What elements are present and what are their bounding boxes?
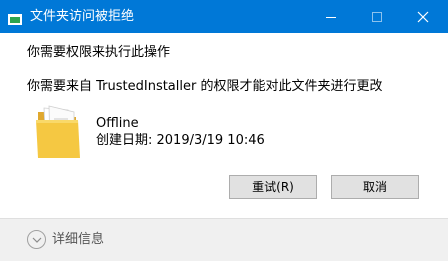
- dialog-message: 你需要来自 TrustedInstaller 的权限才能对此文件夹进行更改: [27, 79, 383, 94]
- maximize-icon: [372, 12, 382, 22]
- maximize-button[interactable]: [354, 0, 400, 33]
- close-button[interactable]: [400, 0, 446, 33]
- chevron-down-icon: [32, 237, 42, 243]
- title-bar[interactable]: 文件夹访问被拒绝: [0, 0, 448, 33]
- folder-icon: [34, 104, 84, 160]
- folder-icon: [8, 10, 22, 25]
- window-title: 文件夹访问被拒绝: [30, 9, 135, 24]
- folder-created-date: 创建日期: 2019/3/19 10:46: [96, 133, 265, 148]
- details-expand-button[interactable]: [27, 230, 46, 249]
- dialog-heading: 你需要权限来执行此操作: [27, 45, 171, 60]
- folder-name: Offline: [96, 116, 139, 131]
- minimize-button[interactable]: [308, 0, 354, 33]
- cancel-button[interactable]: 取消: [331, 175, 419, 199]
- dialog-footer: 详细信息: [0, 218, 448, 261]
- retry-button[interactable]: 重试(R): [229, 175, 317, 199]
- details-toggle-label[interactable]: 详细信息: [52, 231, 104, 248]
- close-icon: [417, 11, 429, 23]
- minimize-icon: [326, 17, 336, 18]
